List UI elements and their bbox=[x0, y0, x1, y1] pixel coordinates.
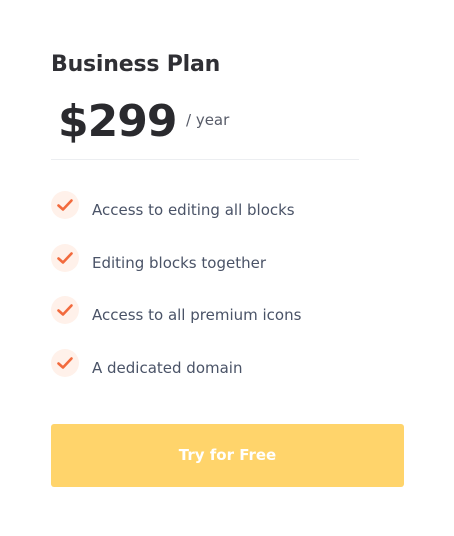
check-icon bbox=[51, 348, 79, 377]
check-icon bbox=[51, 243, 79, 272]
feature-item: Access to all premium icons bbox=[51, 296, 411, 349]
check-icon bbox=[51, 296, 79, 324]
plan-title: Business Plan bbox=[51, 52, 221, 77]
check-icon bbox=[51, 191, 79, 219]
feature-label: Access to all premium icons bbox=[92, 306, 302, 324]
feature-label: Access to editing all blocks bbox=[92, 201, 295, 219]
pricing-card: Business Plan $299 / year Access to edit… bbox=[0, 0, 454, 536]
plan-price: $299 bbox=[58, 96, 177, 147]
feature-item: A dedicated domain bbox=[51, 348, 411, 402]
feature-item: Editing blocks together bbox=[51, 243, 411, 297]
divider bbox=[51, 159, 359, 160]
feature-item: Access to editing all blocks bbox=[51, 191, 411, 244]
billing-period: / year bbox=[186, 111, 230, 129]
feature-label: Editing blocks together bbox=[92, 253, 266, 272]
try-for-free-button[interactable]: Try for Free bbox=[51, 424, 404, 487]
feature-label: A dedicated domain bbox=[92, 358, 243, 377]
feature-list: Access to editing all blocks Editing blo… bbox=[51, 191, 411, 401]
